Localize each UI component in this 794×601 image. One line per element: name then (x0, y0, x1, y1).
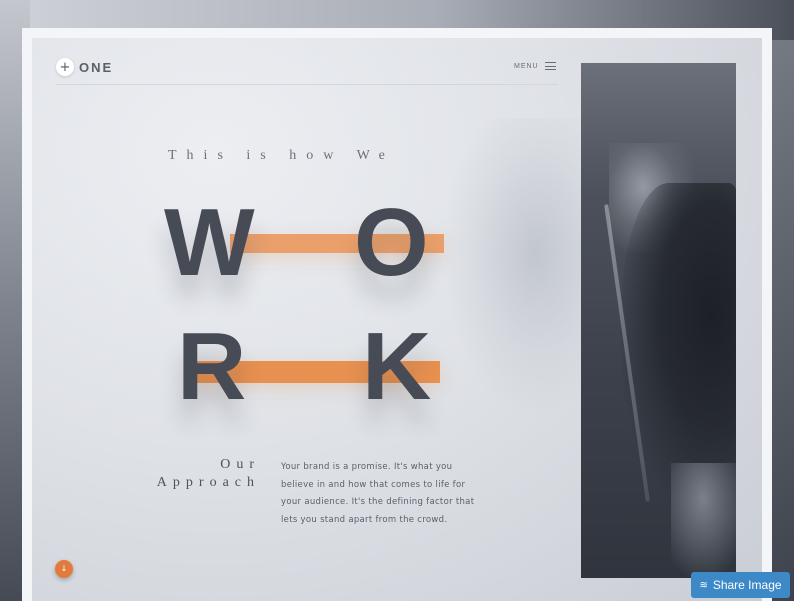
hero-letter-w: W (164, 189, 255, 296)
approach-title: Our Approach (136, 456, 260, 492)
share-image-button[interactable]: ≋ Share Image (691, 572, 790, 598)
portrait-photo (581, 63, 736, 578)
hero-letter-k: K (362, 313, 432, 420)
approach-title-line2: Approach (156, 475, 260, 490)
approach-description: Your brand is a promise. It's what you b… (281, 462, 475, 525)
scroll-down-button[interactable]: ↓ (55, 560, 73, 578)
landing-page: + ONE MENU This is how We W O R K Our Ap… (32, 38, 762, 601)
photo-shoulder (671, 463, 736, 578)
approach-title-line1: Our (220, 457, 260, 472)
arrow-down-icon[interactable]: ↓ (61, 565, 68, 573)
hero-letter-o: O (354, 189, 429, 296)
hero-letter-r: R (177, 313, 247, 420)
share-image-label[interactable]: Share Image (713, 578, 782, 592)
layers-icon[interactable]: ≋ (699, 580, 707, 591)
